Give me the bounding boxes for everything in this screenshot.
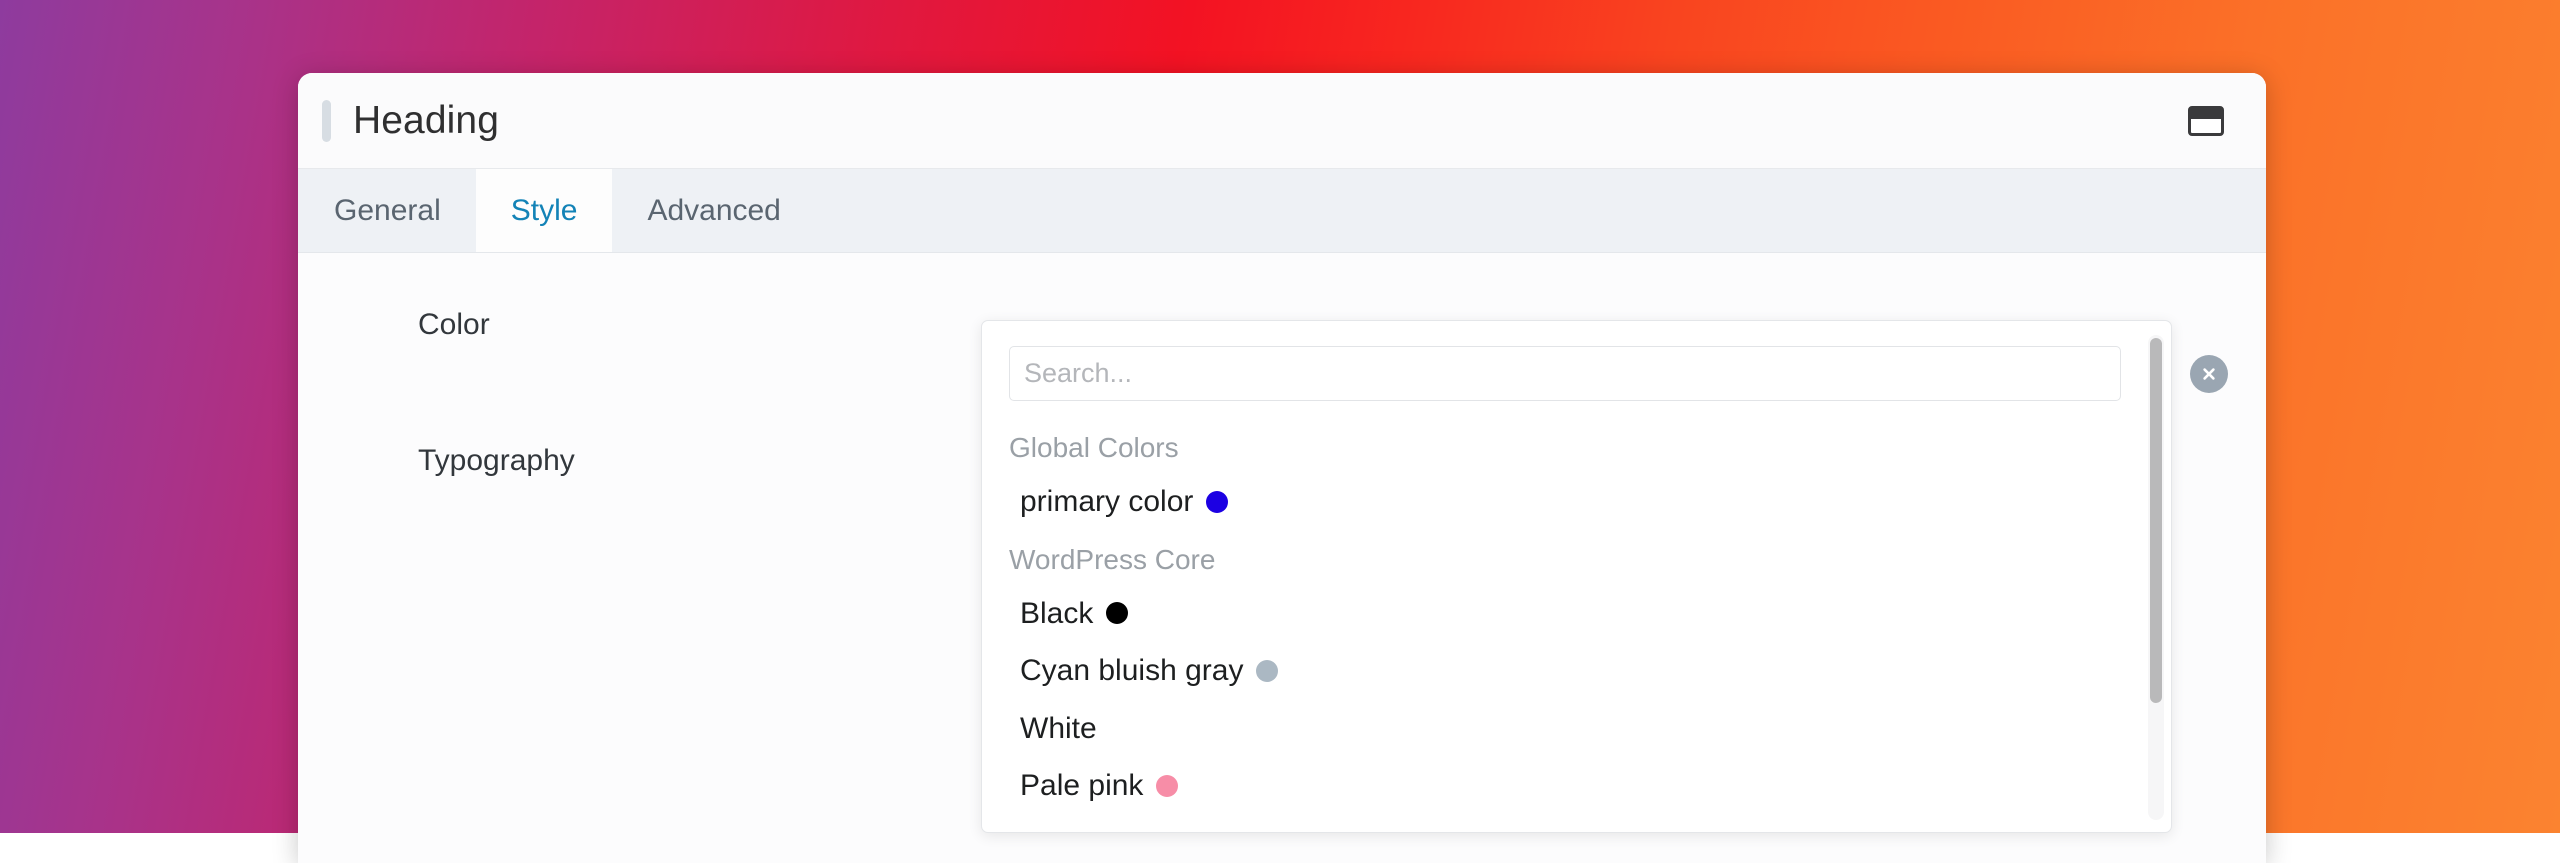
tab-general[interactable]: General [298,169,476,252]
page-title: Heading [353,99,499,143]
close-icon[interactable] [2190,355,2228,393]
color-swatch-cyan-bluish-gray [1256,660,1278,682]
color-option-primary-color[interactable]: primary color [982,473,2171,531]
window-layout-icon[interactable] [2180,95,2232,147]
tab-advanced[interactable]: Advanced [612,169,815,252]
field-label-color: Color [418,308,978,342]
color-option-cyan-bluish-gray[interactable]: Cyan bluish gray [982,642,2171,700]
color-swatch-black [1106,602,1128,624]
color-swatch-primary-color [1206,491,1228,513]
color-picker-dropdown: Global Colors primary color WordPress Co… [981,320,2172,833]
panel-header: Heading [298,73,2266,169]
color-option-label: primary color [1020,483,1193,521]
color-option-list: Global Colors primary color WordPress Co… [982,419,2171,833]
tab-bar: General Style Advanced [298,169,2266,253]
field-label-typography: Typography [418,444,978,478]
color-group-title-wordpress-core: WordPress Core [982,531,2171,585]
color-option-label: White [1020,710,1097,748]
search-input[interactable] [1009,346,2121,401]
tab-style[interactable]: Style [476,169,613,252]
color-option-pale-pink[interactable]: Pale pink [982,757,2171,815]
color-option-white[interactable]: White [982,700,2171,758]
dropdown-scrollbar-track[interactable] [2148,335,2164,820]
color-option-label: Black [1020,595,1093,633]
color-option-label: Cyan bluish gray [1020,652,1243,690]
window-layout-glyph [2188,106,2224,136]
drag-handle[interactable] [322,100,331,142]
color-group-title-global: Global Colors [982,419,2171,473]
color-option-black[interactable]: Black [982,585,2171,643]
color-option-label: Pale pink [1020,767,1143,805]
color-swatch-pale-pink [1156,775,1178,797]
dropdown-scrollbar-thumb[interactable] [2150,338,2162,703]
